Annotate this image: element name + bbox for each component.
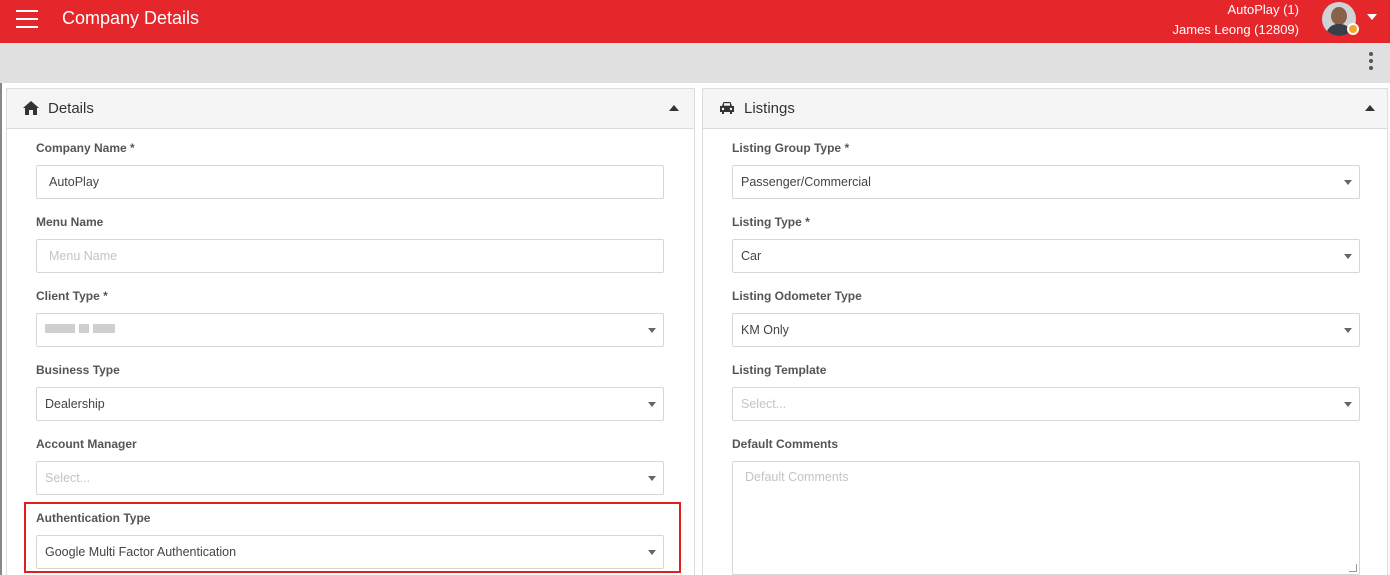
default-comments-textarea[interactable]: Default Comments <box>732 461 1360 575</box>
collapse-listings-icon[interactable] <box>1365 105 1375 111</box>
listings-panel: Listings Listing Group Type * Passenger/… <box>702 88 1388 575</box>
menu-name-label: Menu Name <box>36 215 104 229</box>
listing-group-type-label: Listing Group Type * <box>732 141 850 155</box>
chevron-down-icon <box>648 476 656 481</box>
business-type-select[interactable]: Dealership <box>36 387 664 421</box>
listing-odometer-type-field: Listing Odometer Type KM Only <box>732 288 1360 347</box>
authentication-type-highlight <box>24 502 681 573</box>
listing-group-type-select[interactable]: Passenger/Commercial <box>732 165 1360 199</box>
business-type-field: Business Type Dealership <box>36 362 664 421</box>
listings-panel-header: Listings <box>703 89 1387 129</box>
more-options-icon[interactable] <box>1366 52 1376 74</box>
page-title: Company Details <box>62 8 200 28</box>
resize-handle-icon[interactable] <box>1349 564 1357 572</box>
chevron-down-icon <box>1344 180 1352 185</box>
menu-name-field: Menu Name Menu Name <box>36 214 664 273</box>
redacted-value <box>45 313 119 345</box>
listing-template-select[interactable]: Select... <box>732 387 1360 421</box>
company-name-label: AutoPlay (1) <box>1227 2 1299 17</box>
details-panel-title: Details <box>48 100 94 117</box>
user-info[interactable]: AutoPlay (1) James Leong (12809) <box>1173 0 1299 40</box>
company-name-input[interactable]: AutoPlay <box>36 165 664 199</box>
top-bar: Company Details AutoPlay (1) James Leong… <box>0 0 1390 43</box>
listing-type-field: Listing Type * Car <box>732 214 1360 273</box>
listings-panel-title: Listings <box>744 100 795 117</box>
menu-name-input[interactable]: Menu Name <box>36 239 664 273</box>
status-indicator <box>1347 23 1359 35</box>
company-name-field: Company Name * AutoPlay <box>36 140 664 199</box>
toolbar <box>0 43 1390 83</box>
listing-template-field: Listing Template Select... <box>732 362 1360 421</box>
chevron-down-icon <box>648 328 656 333</box>
default-comments-field: Default Comments Default Comments <box>732 436 1360 575</box>
account-manager-select[interactable]: Select... <box>36 461 664 495</box>
listing-template-label: Listing Template <box>732 363 827 377</box>
client-type-label: Client Type * <box>36 289 108 303</box>
details-panel-header: Details <box>7 89 694 129</box>
chevron-down-icon <box>1344 328 1352 333</box>
chevron-down-icon[interactable] <box>1367 14 1377 20</box>
listing-type-select[interactable]: Car <box>732 239 1360 273</box>
default-comments-label: Default Comments <box>732 437 839 451</box>
collapse-details-icon[interactable] <box>669 105 679 111</box>
listing-type-label: Listing Type * <box>732 215 810 229</box>
account-manager-label: Account Manager <box>36 437 137 451</box>
car-icon <box>720 102 734 114</box>
client-type-select[interactable] <box>36 313 664 347</box>
listing-odometer-type-select[interactable]: KM Only <box>732 313 1360 347</box>
chevron-down-icon <box>648 402 656 407</box>
user-name-label: James Leong (12809) <box>1172 22 1299 37</box>
client-type-field: Client Type * <box>36 288 664 347</box>
left-edge-divider <box>0 83 2 575</box>
home-icon <box>23 101 39 115</box>
listing-odometer-type-label: Listing Odometer Type <box>732 289 862 303</box>
chevron-down-icon <box>1344 402 1352 407</box>
business-type-label: Business Type <box>36 363 120 377</box>
company-name-label: Company Name * <box>36 141 135 155</box>
account-manager-field: Account Manager Select... <box>36 436 664 495</box>
listing-group-type-field: Listing Group Type * Passenger/Commercia… <box>732 140 1360 199</box>
menu-icon[interactable] <box>16 10 38 28</box>
chevron-down-icon <box>1344 254 1352 259</box>
